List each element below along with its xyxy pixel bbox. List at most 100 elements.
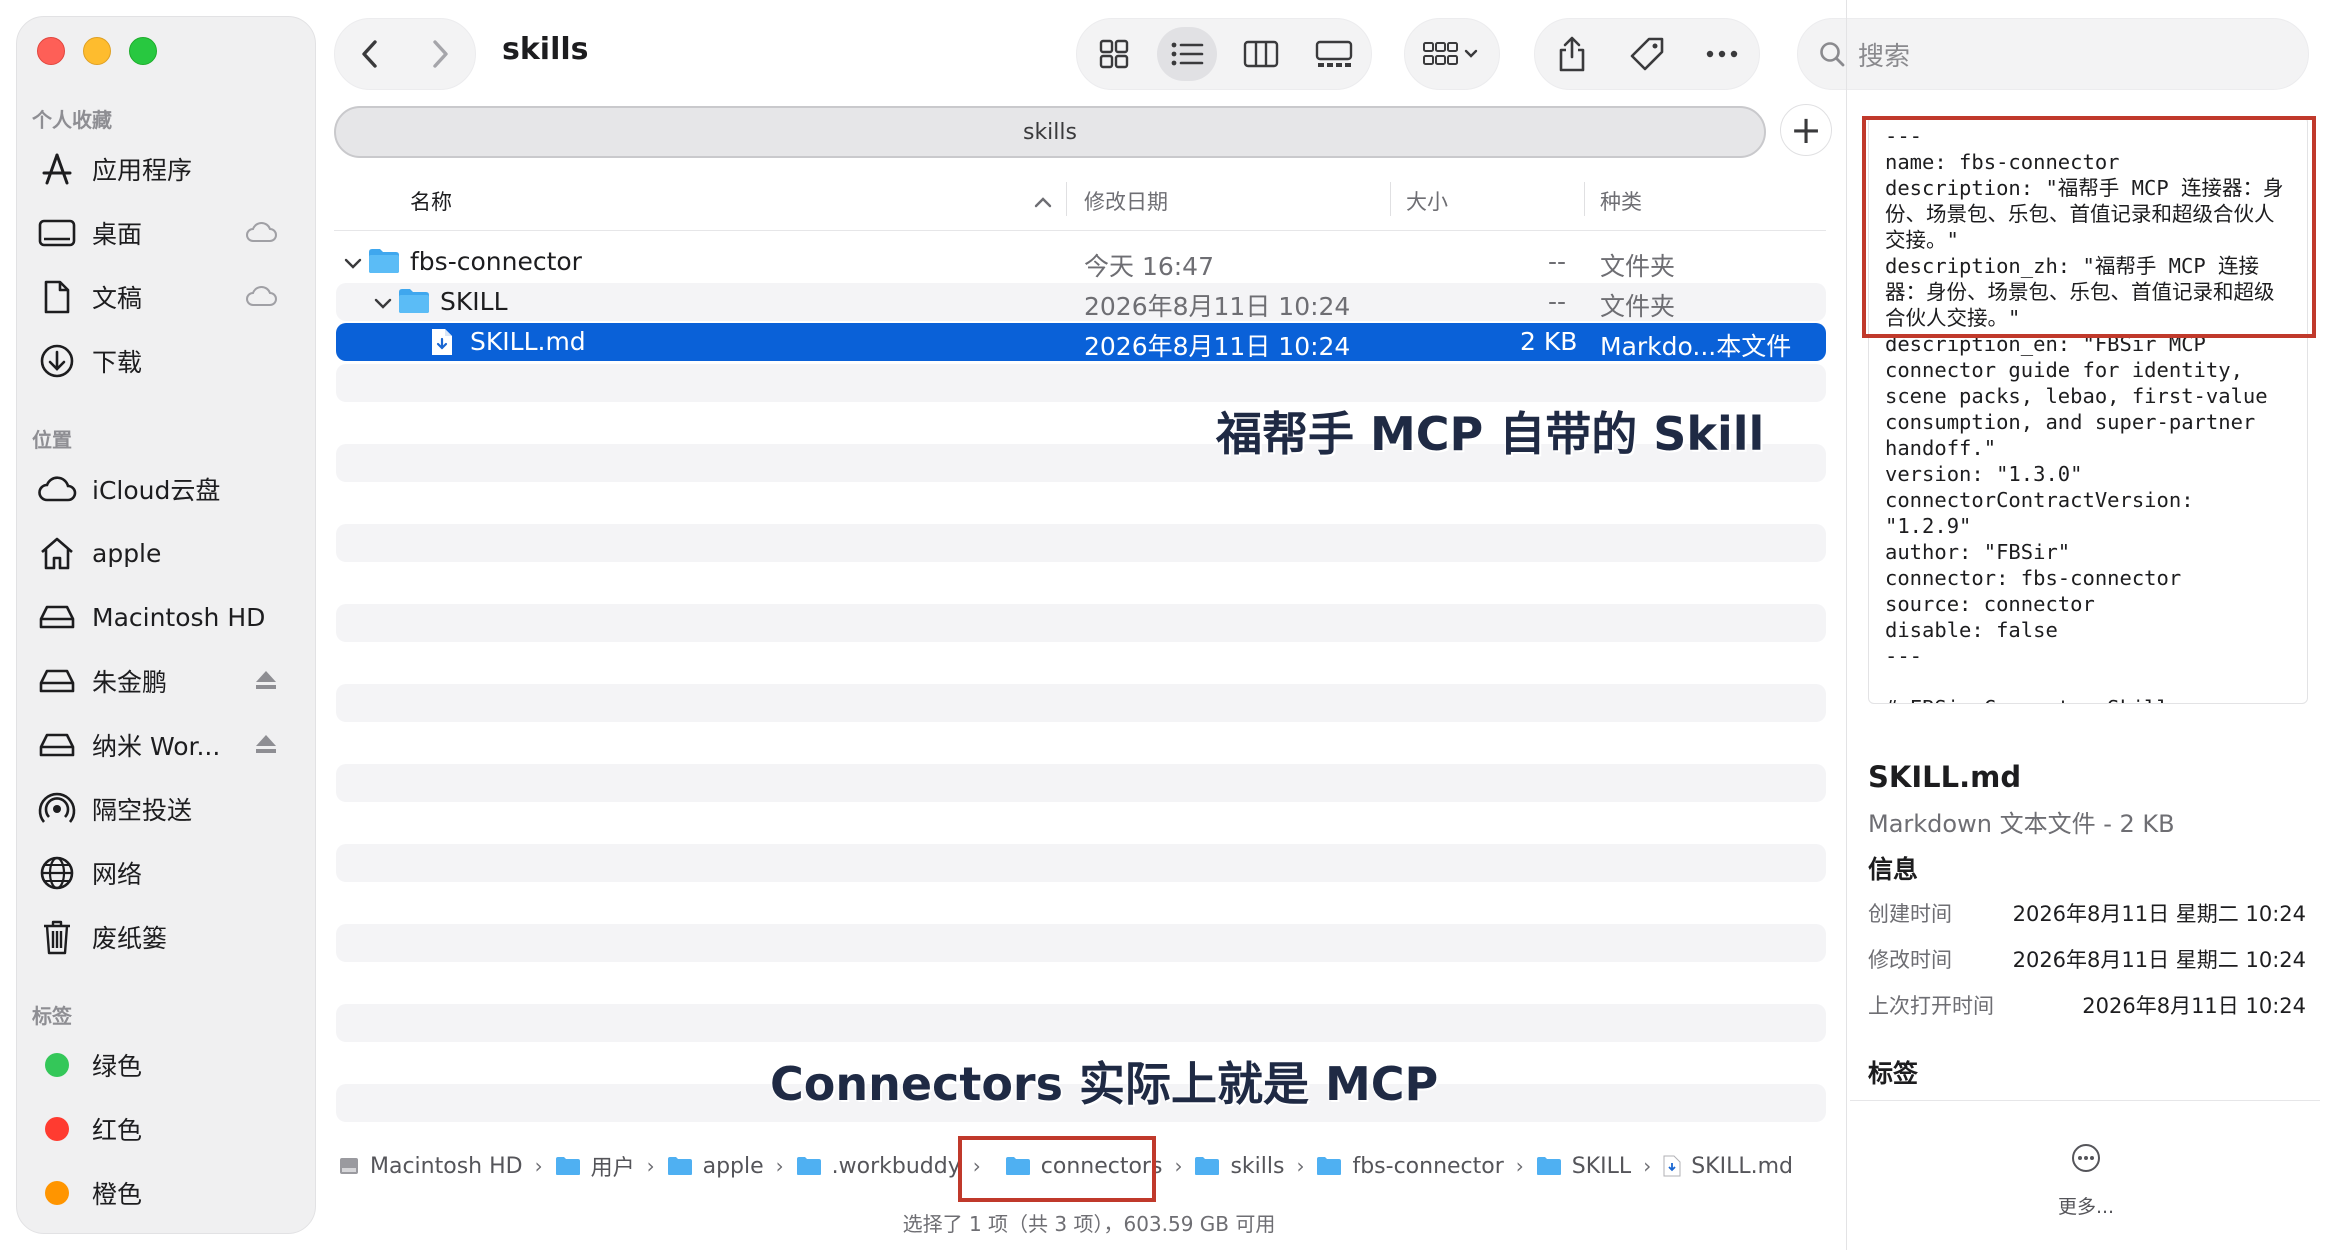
tag-button[interactable] xyxy=(1617,27,1677,81)
eject-icon[interactable] xyxy=(254,732,278,761)
file-modified: 2026年8月11日 10:24 xyxy=(1084,332,1351,361)
preview-more-button[interactable]: 更多... xyxy=(2046,1192,2126,1219)
breadcrumb-item[interactable]: SKILL xyxy=(1536,1154,1631,1179)
info-key: 修改时间 xyxy=(1868,948,1952,972)
table-row[interactable]: SKILL 2026年8月11日 10:24 -- 文件夹 xyxy=(336,283,1826,321)
more-circle-icon[interactable] xyxy=(2070,1142,2102,1174)
annotation-top: 福帮手 MCP 自带的 Skill xyxy=(1216,407,1765,461)
sidebar-item-tag-red[interactable]: 红色 xyxy=(36,1104,288,1154)
sidebar-item-external-disk[interactable]: 朱金鹏 xyxy=(36,656,288,706)
tab-skills[interactable]: skills xyxy=(334,106,1766,158)
forward-button[interactable] xyxy=(410,27,470,81)
chevron-right-icon xyxy=(433,40,448,68)
breadcrumb-label: fbs-connector xyxy=(1352,1153,1504,1179)
sidebar-item-label: 下载 xyxy=(92,348,143,377)
sidebar-item-label: 隔空投送 xyxy=(92,796,193,825)
column-divider xyxy=(1066,182,1067,216)
sidebar-item-tag-orange[interactable]: 橙色 xyxy=(36,1168,288,1218)
preview-file-kind: Markdown 文本文件 - 2 KB xyxy=(1868,810,2175,838)
markdown-file-icon xyxy=(1663,1155,1681,1177)
info-value: 2026年8月11日 星期二 10:24 xyxy=(2012,948,2306,972)
empty-row xyxy=(336,1004,1826,1042)
search-icon xyxy=(1820,42,1845,67)
highlight-box-description xyxy=(1862,116,2316,338)
column-divider xyxy=(1390,182,1391,216)
more-actions-button[interactable] xyxy=(1692,27,1752,81)
icon-view-button[interactable] xyxy=(1084,27,1144,81)
empty-row xyxy=(336,524,1826,562)
breadcrumb-label: SKILL.md xyxy=(1691,1153,1793,1179)
column-header-kind[interactable]: 种类 xyxy=(1600,186,1642,216)
breadcrumb-item[interactable]: skills xyxy=(1194,1154,1284,1179)
sidebar-item-desktop[interactable]: 桌面 xyxy=(36,208,288,258)
table-row-selected[interactable]: SKILL.md 2026年8月11日 10:24 2 KB Markdo...… xyxy=(336,323,1826,361)
breadcrumb-item[interactable]: Macintosh HD xyxy=(338,1154,523,1179)
back-button[interactable] xyxy=(340,27,400,81)
sidebar-item-applications[interactable]: 应用程序 xyxy=(36,144,288,194)
breadcrumb-item[interactable]: 用户 xyxy=(555,1150,635,1182)
sidebar-item-label: apple xyxy=(92,538,162,568)
preview-divider-line xyxy=(1850,1100,2320,1101)
preview-tags-title: 标签 xyxy=(1868,1059,1919,1088)
table-row[interactable]: fbs-connector 今天 16:47 -- 文件夹 xyxy=(336,243,1826,281)
breadcrumb-item[interactable]: .workbuddy xyxy=(796,1154,961,1179)
tag-color-dot xyxy=(36,1044,78,1086)
folder-icon xyxy=(1195,1157,1220,1175)
list-view-button[interactable] xyxy=(1157,27,1218,81)
sidebar-item-trash[interactable]: 废纸篓 xyxy=(36,912,288,962)
breadcrumb-item[interactable]: SKILL.md xyxy=(1663,1154,1793,1179)
sidebar-item-label: 文稿 xyxy=(92,284,143,313)
breadcrumb-item[interactable]: apple xyxy=(667,1154,764,1179)
list-icon xyxy=(1171,42,1204,66)
ellipsis-icon xyxy=(1706,50,1737,58)
sidebar-item-documents[interactable]: 文稿 xyxy=(36,272,288,322)
sidebar-item-icloud-drive[interactable]: iCloud云盘 xyxy=(36,464,288,514)
sidebar-item-home[interactable]: apple xyxy=(36,528,288,578)
close-window-button[interactable] xyxy=(37,37,65,65)
breadcrumb-label: skills xyxy=(1230,1153,1285,1179)
folder-icon xyxy=(1317,1157,1342,1175)
sidebar-item-label: iCloud云盘 xyxy=(92,476,221,505)
share-button[interactable] xyxy=(1542,27,1602,81)
column-view-button[interactable] xyxy=(1231,27,1291,81)
share-icon xyxy=(1560,36,1585,72)
home-folder-icon xyxy=(667,1157,692,1175)
zoom-window-button[interactable] xyxy=(129,37,157,65)
sidebar-item-network-disk[interactable]: 纳米 Wor... xyxy=(36,720,288,770)
breadcrumb-item[interactable]: fbs-connector xyxy=(1316,1153,1504,1179)
column-header-size[interactable]: 大小 xyxy=(1406,186,1448,216)
empty-row xyxy=(336,764,1826,802)
orange-dot-icon xyxy=(45,1181,69,1205)
download-icon xyxy=(36,340,78,382)
group-button[interactable] xyxy=(1404,18,1500,90)
highlight-box-connectors xyxy=(958,1136,1156,1202)
file-size: -- xyxy=(1548,247,1567,276)
file-modified: 2026年8月11日 10:24 xyxy=(1084,292,1351,321)
chevron-right-icon: › xyxy=(775,1154,784,1178)
disk-icon xyxy=(36,660,78,702)
file-kind: 文件夹 xyxy=(1600,252,1676,281)
home-icon xyxy=(36,532,78,574)
disclosure-expanded-icon[interactable] xyxy=(342,253,364,275)
column-header-name[interactable]: 名称 xyxy=(410,186,452,216)
gallery-view-button[interactable] xyxy=(1304,27,1364,81)
sidebar-item-airdrop[interactable]: 隔空投送 xyxy=(36,784,288,834)
search-field[interactable]: 搜索 xyxy=(1797,18,2309,90)
sidebar-item-macintosh-hd[interactable]: Macintosh HD xyxy=(36,592,288,642)
empty-row xyxy=(336,684,1826,722)
column-header-modified[interactable]: 修改日期 xyxy=(1084,186,1168,216)
applications-icon xyxy=(36,148,78,190)
sidebar-item-label: 红色 xyxy=(92,1116,143,1145)
minimize-window-button[interactable] xyxy=(83,37,111,65)
tab-label: skills xyxy=(1022,119,1077,145)
new-tab-button[interactable]: + xyxy=(1780,104,1832,156)
eject-icon[interactable] xyxy=(254,668,278,697)
disk-icon xyxy=(36,596,78,638)
chevron-right-icon: › xyxy=(534,1154,543,1178)
sidebar-item-tag-green[interactable]: 绿色 xyxy=(36,1040,288,1090)
sidebar-item-downloads[interactable]: 下载 xyxy=(36,336,288,386)
empty-row xyxy=(336,364,1826,402)
sidebar-item-network[interactable]: 网络 xyxy=(36,848,288,898)
preview-file-name: SKILL.md xyxy=(1868,760,2022,794)
disclosure-expanded-icon[interactable] xyxy=(372,293,394,315)
